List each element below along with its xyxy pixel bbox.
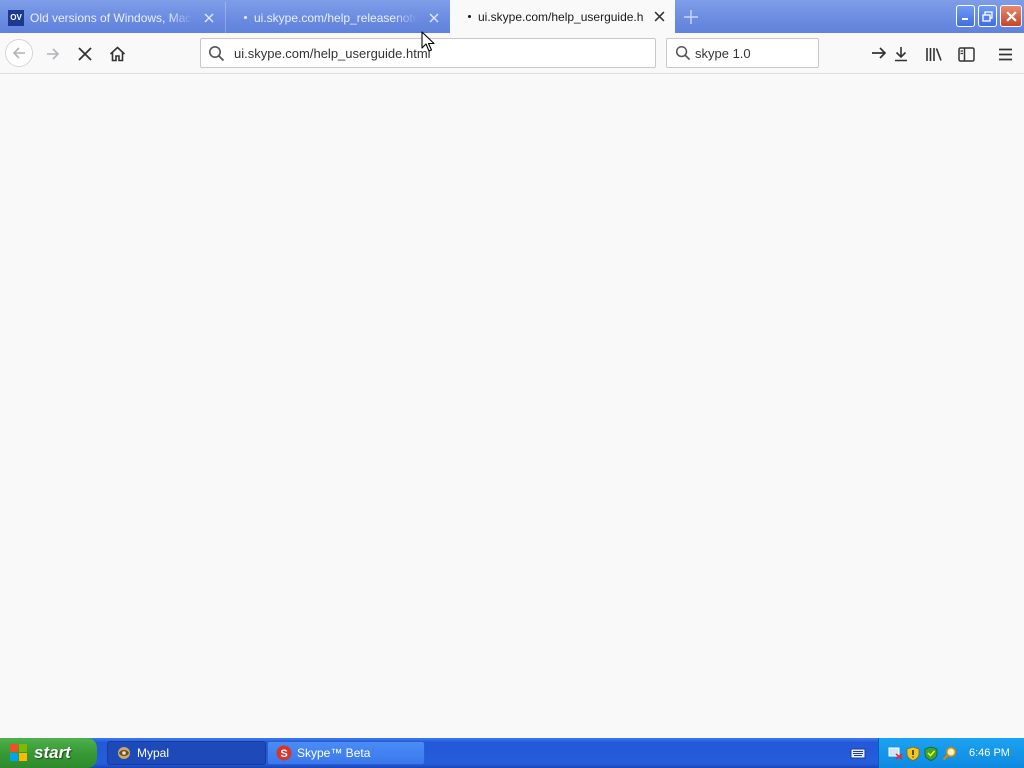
search-go-button[interactable] [871,45,887,61]
arrow-right-icon [47,48,60,60]
arrow-left-icon [12,47,25,59]
taskbar-item-skype[interactable]: S Skype™ Beta [267,741,425,765]
start-button[interactable]: start [0,738,97,768]
tab-title: Old versions of Windows, Mac and Linux s… [30,10,193,25]
sidebar-icon [957,46,975,62]
stop-button[interactable] [72,41,98,67]
tab-title: ui.skype.com/help_releasenotes.html [254,10,418,25]
search-bar[interactable] [666,38,887,68]
downloads-button[interactable] [888,41,914,67]
tab-title: ui.skype.com/help_userguide.html [478,9,643,24]
download-icon [895,47,907,62]
search-icon [208,45,228,62]
search-icon [675,45,691,61]
stop-icon [78,47,92,61]
taskbar: start Mypal S Skype™ Beta 6:46 PM [0,738,1024,768]
menu-button[interactable] [992,41,1018,67]
search-tray-icon[interactable] [941,745,957,761]
url-input[interactable] [234,45,655,61]
tab-old-versions[interactable]: OV Old versions of Windows, Mac and Linu… [0,2,225,33]
library-icon [926,48,942,61]
new-tab-button[interactable] [681,7,701,27]
clock[interactable]: 6:46 PM [969,747,1010,759]
update-shield-icon[interactable] [923,745,939,761]
library-button[interactable] [921,41,947,67]
security-shield-icon[interactable] [905,745,921,761]
minimize-button[interactable] [956,5,975,27]
page-content-area[interactable] [0,74,1024,738]
mypal-icon [116,745,132,761]
loading-dot-icon [244,16,247,19]
start-label: start [34,743,71,762]
home-button[interactable] [104,41,130,67]
home-icon [109,46,125,62]
network-icon[interactable] [887,745,903,761]
sidebar-button[interactable] [953,41,979,67]
forward-button[interactable] [40,41,66,67]
window-close-button[interactable] [1000,5,1022,27]
restore-button[interactable] [978,5,997,27]
taskbar-item-mypal[interactable]: Mypal [107,741,266,765]
loading-dot-icon [468,15,471,18]
windows-logo-icon [10,744,28,762]
skype-icon: S [276,745,292,761]
tab-releasenotes[interactable]: ui.skype.com/help_releasenotes.html [225,2,450,33]
tab-userguide[interactable]: ui.skype.com/help_userguide.html [450,0,675,33]
close-icon[interactable] [426,10,442,26]
close-icon[interactable] [651,9,667,25]
ov-favicon-icon: OV [8,9,24,26]
back-button[interactable] [5,39,33,67]
task-label: Skype™ Beta [297,746,371,760]
tab-strip: OV Old versions of Windows, Mac and Linu… [0,0,1024,33]
system-tray: 6:46 PM [878,738,1024,768]
hamburger-menu-icon [998,48,1012,60]
search-input[interactable] [695,45,871,61]
mouse-cursor-icon [421,31,435,52]
task-label: Mypal [137,746,170,760]
close-icon[interactable] [201,10,217,26]
arrow-right-icon [872,47,887,59]
plus-icon [684,10,698,24]
keyboard-icon[interactable] [850,746,866,763]
svg-text:S: S [280,748,287,760]
navigation-toolbar [0,33,1024,74]
